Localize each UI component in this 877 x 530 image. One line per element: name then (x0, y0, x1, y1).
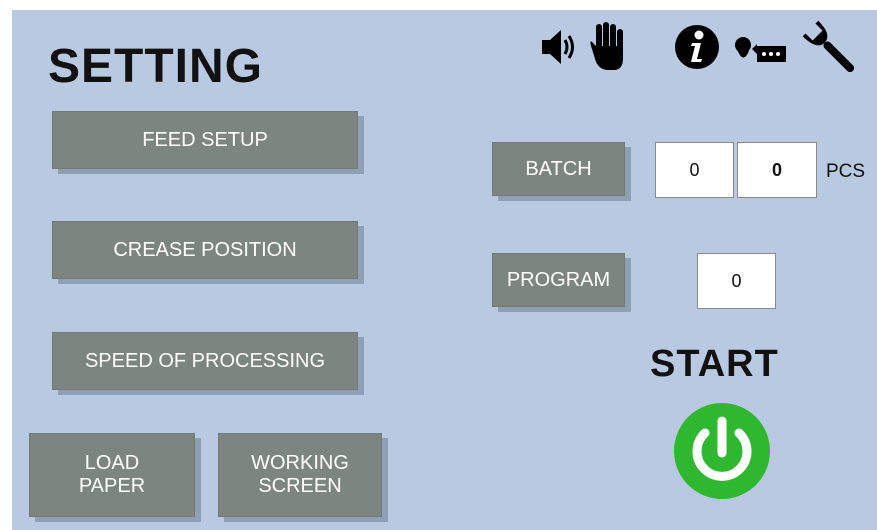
load-paper-button[interactable]: LOAD PAPER (29, 433, 195, 517)
load-paper-label: LOAD PAPER (78, 452, 146, 497)
program-button[interactable]: PROGRAM (492, 253, 625, 307)
batch-value-2: 0 (771, 159, 782, 180)
page-title: SETTING (48, 40, 264, 93)
batch-label: BATCH (525, 157, 592, 180)
message-icon[interactable] (734, 35, 788, 65)
batch-button[interactable]: BATCH (492, 142, 625, 196)
working-screen-label: WORKING SCREEN (251, 452, 349, 497)
speaker-icon[interactable] (540, 25, 578, 69)
feed-setup-button[interactable]: FEED SETUP (52, 111, 358, 169)
hand-stop-icon[interactable] (586, 20, 630, 74)
power-icon[interactable] (672, 401, 772, 501)
batch-value-1: 0 (689, 159, 700, 180)
batch-input-2[interactable]: 0 (737, 142, 817, 198)
speed-of-processing-label: SPEED OF PROCESSING (84, 349, 326, 372)
wrench-icon[interactable] (800, 18, 862, 80)
program-label: PROGRAM (506, 268, 611, 291)
program-value: 0 (731, 270, 742, 291)
program-input[interactable]: 0 (697, 253, 776, 309)
batch-input-1[interactable]: 0 (655, 142, 734, 198)
crease-position-label: CREASE POSITION (113, 238, 297, 261)
feed-setup-label: FEED SETUP (142, 128, 268, 151)
speed-of-processing-button[interactable]: SPEED OF PROCESSING (52, 332, 358, 390)
crease-position-button[interactable]: CREASE POSITION (52, 221, 358, 279)
working-screen-button[interactable]: WORKING SCREEN (218, 433, 382, 517)
info-icon[interactable] (674, 24, 720, 70)
batch-unit-label: PCS (826, 161, 866, 182)
start-label: START (650, 343, 779, 385)
